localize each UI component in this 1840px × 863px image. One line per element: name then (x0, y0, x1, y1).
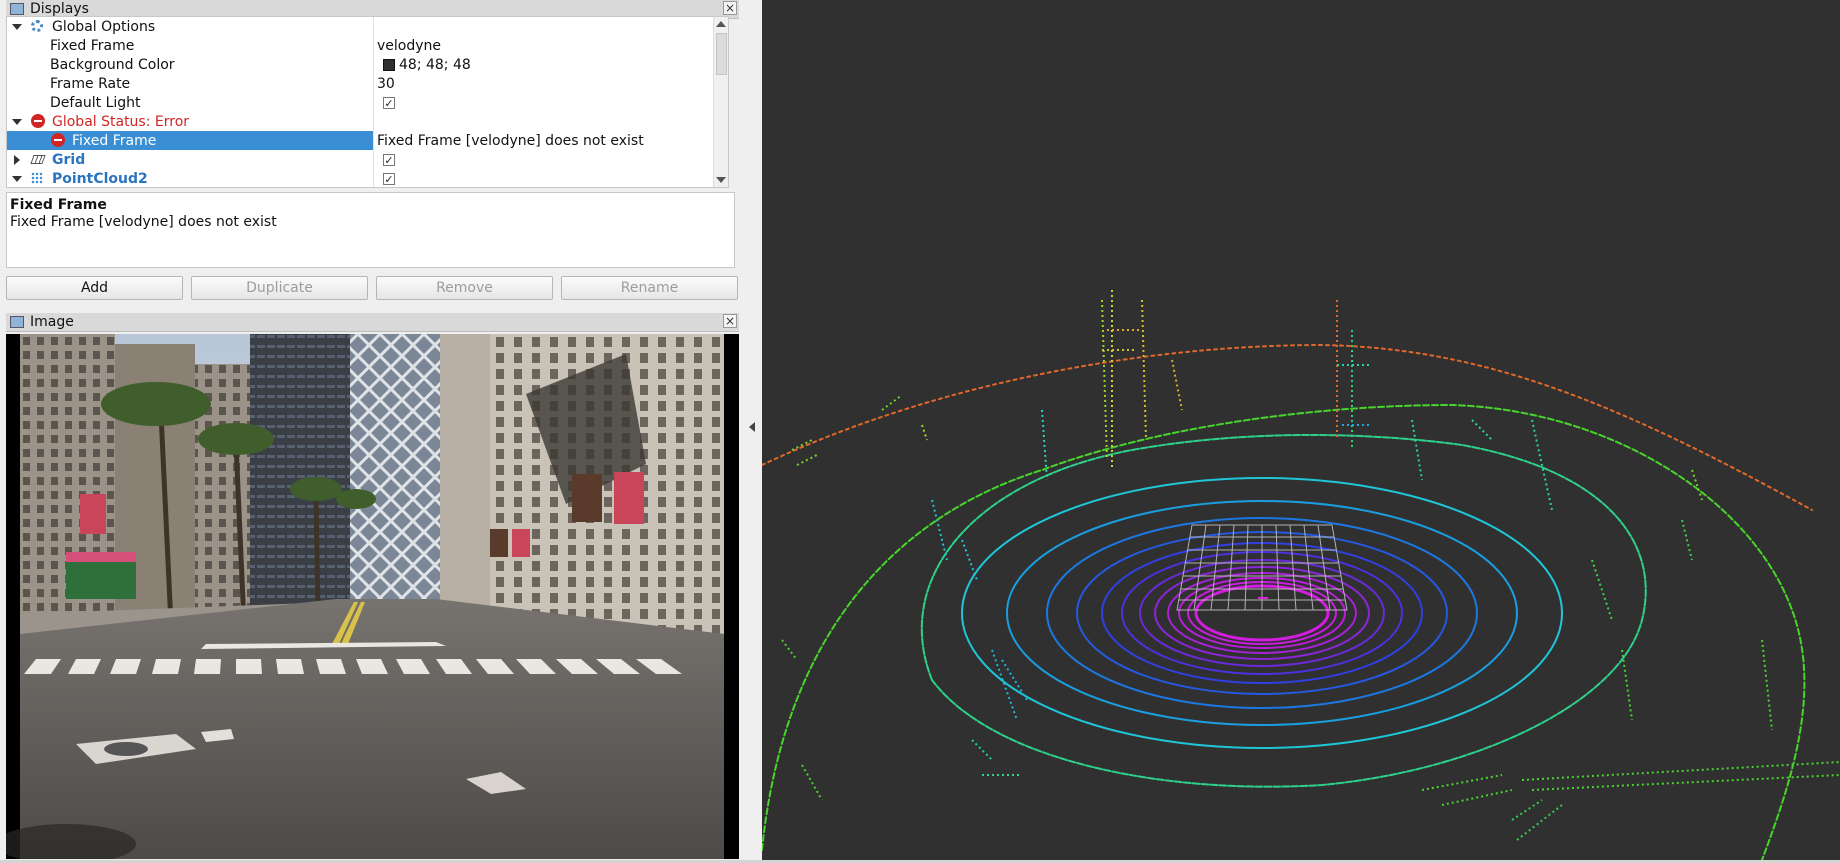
chevron-down-icon[interactable] (12, 119, 22, 125)
tree-row-default-light[interactable]: Default Light ✓ (7, 93, 728, 112)
rename-button[interactable]: Rename (561, 276, 738, 300)
3d-viewport[interactable] (762, 0, 1840, 860)
pointcloud2-enabled-checkbox[interactable]: ✓ (383, 172, 395, 185)
pointcloud-icon (31, 172, 43, 184)
displays-tree[interactable]: Global Options Fixed Frame velodyne Back… (6, 16, 729, 188)
tree-row-fixed-frame[interactable]: Fixed Frame velodyne (7, 36, 728, 55)
tree-row-label: Default Light (50, 94, 141, 111)
tree-row-pointcloud2[interactable]: PointCloud2 ✓ (7, 169, 728, 187)
collapse-arrow-icon[interactable] (749, 422, 755, 432)
tree-row-label: Fixed Frame (50, 37, 135, 54)
close-icon[interactable]: × (723, 1, 737, 15)
chevron-right-icon[interactable] (14, 155, 20, 165)
description-text: Fixed Frame [velodyne] does not exist (10, 214, 277, 230)
image-panel-titlebar[interactable]: Image × (6, 313, 739, 332)
scroll-up-icon[interactable] (716, 21, 726, 27)
tree-row-background-color[interactable]: Background Color 48; 48; 48 (7, 55, 728, 74)
dock-splitter[interactable] (742, 0, 762, 863)
tree-row-label: Fixed Frame (72, 132, 157, 149)
monitor-icon (10, 3, 24, 15)
gear-icon (31, 20, 43, 32)
frame-rate-value[interactable]: 30 (377, 76, 395, 92)
error-icon (51, 133, 65, 147)
color-swatch[interactable] (383, 58, 395, 71)
pointcloud-render (762, 290, 1840, 860)
fixed-frame-value[interactable]: velodyne (377, 38, 441, 54)
chevron-down-icon[interactable] (12, 176, 22, 182)
tree-scrollbar[interactable] (713, 17, 728, 187)
tree-row-label: Global Options (52, 18, 156, 35)
close-icon[interactable]: × (723, 314, 737, 328)
duplicate-button[interactable]: Duplicate (191, 276, 368, 300)
city-street-scene (6, 334, 739, 859)
displays-panel-title: Displays (30, 1, 89, 17)
tree-row-label: Background Color (50, 56, 175, 73)
scrollbar-thumb[interactable] (716, 33, 727, 75)
grid-enabled-checkbox[interactable]: ✓ (383, 153, 395, 166)
image-icon (10, 316, 24, 328)
tree-row-grid[interactable]: Grid ✓ (7, 150, 728, 169)
tree-row-frame-rate[interactable]: Frame Rate 30 (7, 74, 728, 93)
left-dock: Displays × Global Options Fixed Frame ve… (0, 0, 750, 863)
status-message: Fixed Frame [velodyne] does not exist (377, 132, 644, 149)
remove-button[interactable]: Remove (376, 276, 553, 300)
grid-icon (30, 155, 46, 164)
tree-row-fixed-frame-status[interactable]: Fixed Frame Fixed Frame [velodyne] does … (7, 131, 728, 150)
display-buttons: Add Duplicate Remove Rename (6, 276, 739, 300)
default-light-checkbox[interactable]: ✓ (383, 96, 395, 109)
tree-row-label: PointCloud2 (52, 170, 148, 187)
description-title: Fixed Frame (10, 197, 107, 213)
scroll-down-icon[interactable] (716, 177, 726, 183)
error-icon (31, 114, 45, 128)
tree-row-label: Global Status: Error (52, 113, 190, 130)
tree-row-label: Grid (52, 151, 86, 168)
add-button[interactable]: Add (6, 276, 183, 300)
background-color-value[interactable]: 48; 48; 48 (399, 57, 471, 73)
chevron-down-icon[interactable] (12, 24, 22, 30)
tree-row-global-status[interactable]: Global Status: Error (7, 112, 728, 131)
tree-row-global-options[interactable]: Global Options (7, 17, 728, 36)
property-description: Fixed Frame Fixed Frame [velodyne] does … (6, 192, 735, 268)
image-panel-title: Image (30, 314, 74, 330)
tree-row-label: Frame Rate (50, 75, 131, 92)
camera-image (6, 334, 739, 859)
